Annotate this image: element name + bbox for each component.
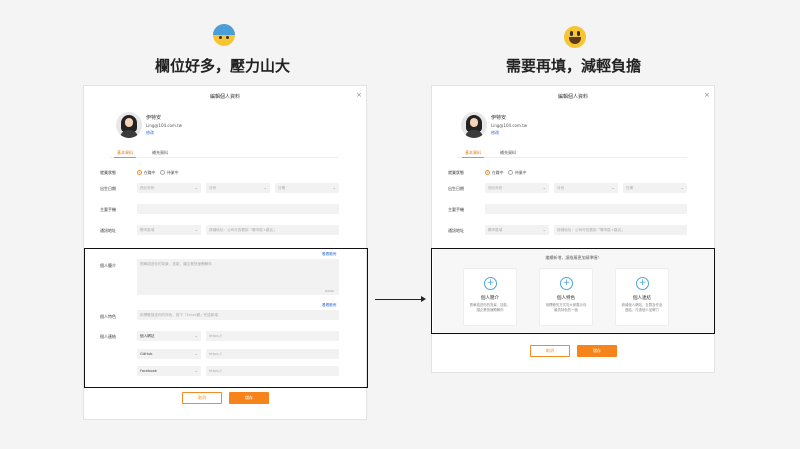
tab-extra[interactable]: 補充資料 [500, 150, 516, 156]
radio-unemployed-label: 待業中 [167, 170, 179, 175]
anxious-sweat-emoji-icon [213, 24, 235, 46]
close-icon[interactable]: × [704, 91, 710, 99]
avatar [461, 112, 487, 138]
tab-extra[interactable]: 補充資料 [152, 150, 168, 156]
radio-employed[interactable] [137, 170, 142, 175]
address-input[interactable]: 詳細地址：公司可查看到「縣市區+路名」 [206, 225, 339, 235]
user-email: Ling@104.com.tw [491, 123, 527, 128]
job-status-label: 就業狀態 [448, 170, 464, 175]
phone-label: 主要手機 [100, 207, 116, 212]
birth-day-select[interactable]: 日期 ⌄ [275, 183, 339, 193]
birthday-label: 出生日期 [448, 186, 464, 191]
save-button[interactable]: 儲存 [577, 345, 617, 357]
address-label: 通訊地址 [448, 228, 464, 233]
phone-input[interactable] [485, 204, 687, 214]
save-button[interactable]: 儲存 [229, 392, 269, 404]
phone-input[interactable] [137, 204, 339, 214]
radio-employed[interactable] [485, 170, 490, 175]
radio-employed-label: 在職中 [144, 170, 156, 175]
user-email: Ling@104.com.tw [146, 123, 182, 128]
highlight-frame-right [431, 248, 715, 334]
edit-avatar-link[interactable]: 修改 [146, 130, 154, 136]
left-heading: 欄位好多，壓力山大 [155, 57, 291, 75]
tab-basic[interactable]: 基本資料 [117, 150, 133, 156]
address-input[interactable]: 詳細地址：公司可查看到「縣市區+路名」 [554, 225, 687, 235]
birth-day-select[interactable]: 日期 ⌄ [623, 183, 687, 193]
arrow-right-icon [421, 296, 426, 302]
tab-basic[interactable]: 基本資料 [465, 150, 481, 156]
edit-avatar-link[interactable]: 修改 [491, 130, 499, 136]
avatar [116, 112, 142, 138]
radio-unemployed[interactable] [160, 170, 165, 175]
birth-month-select[interactable]: 月份 ⌄ [554, 183, 618, 193]
address-label: 通訊地址 [100, 228, 116, 233]
right-heading: 需要再填，減輕負擔 [506, 57, 642, 75]
close-icon[interactable]: × [356, 91, 362, 99]
phone-label: 主要手機 [448, 207, 464, 212]
region-select[interactable]: 縣市區域 ⌄ [137, 225, 201, 235]
region-select[interactable]: 縣市區域 ⌄ [485, 225, 549, 235]
user-name: 伊特安 [491, 115, 507, 121]
birth-year-select[interactable]: 西元年份 ⌄ [137, 183, 201, 193]
cancel-button[interactable]: 取消 [182, 392, 222, 404]
birth-month-select[interactable]: 月份 ⌄ [206, 183, 270, 193]
birthday-label: 出生日期 [100, 186, 116, 191]
job-status-label: 就業狀態 [100, 170, 116, 175]
birth-year-select[interactable]: 西元年份 ⌄ [485, 183, 549, 193]
radio-employed-label: 在職中 [492, 170, 504, 175]
highlight-frame-left [84, 248, 368, 388]
radio-unemployed-label: 待業中 [515, 170, 527, 175]
dialog-title: 編輯個人資料 [557, 94, 588, 100]
arrow-line [375, 299, 423, 300]
radio-unemployed[interactable] [508, 170, 513, 175]
user-name: 伊特安 [146, 115, 162, 121]
grinning-emoji-icon [564, 26, 586, 48]
cancel-button[interactable]: 取消 [530, 345, 570, 357]
dialog-title: 編輯個人資料 [209, 94, 240, 100]
